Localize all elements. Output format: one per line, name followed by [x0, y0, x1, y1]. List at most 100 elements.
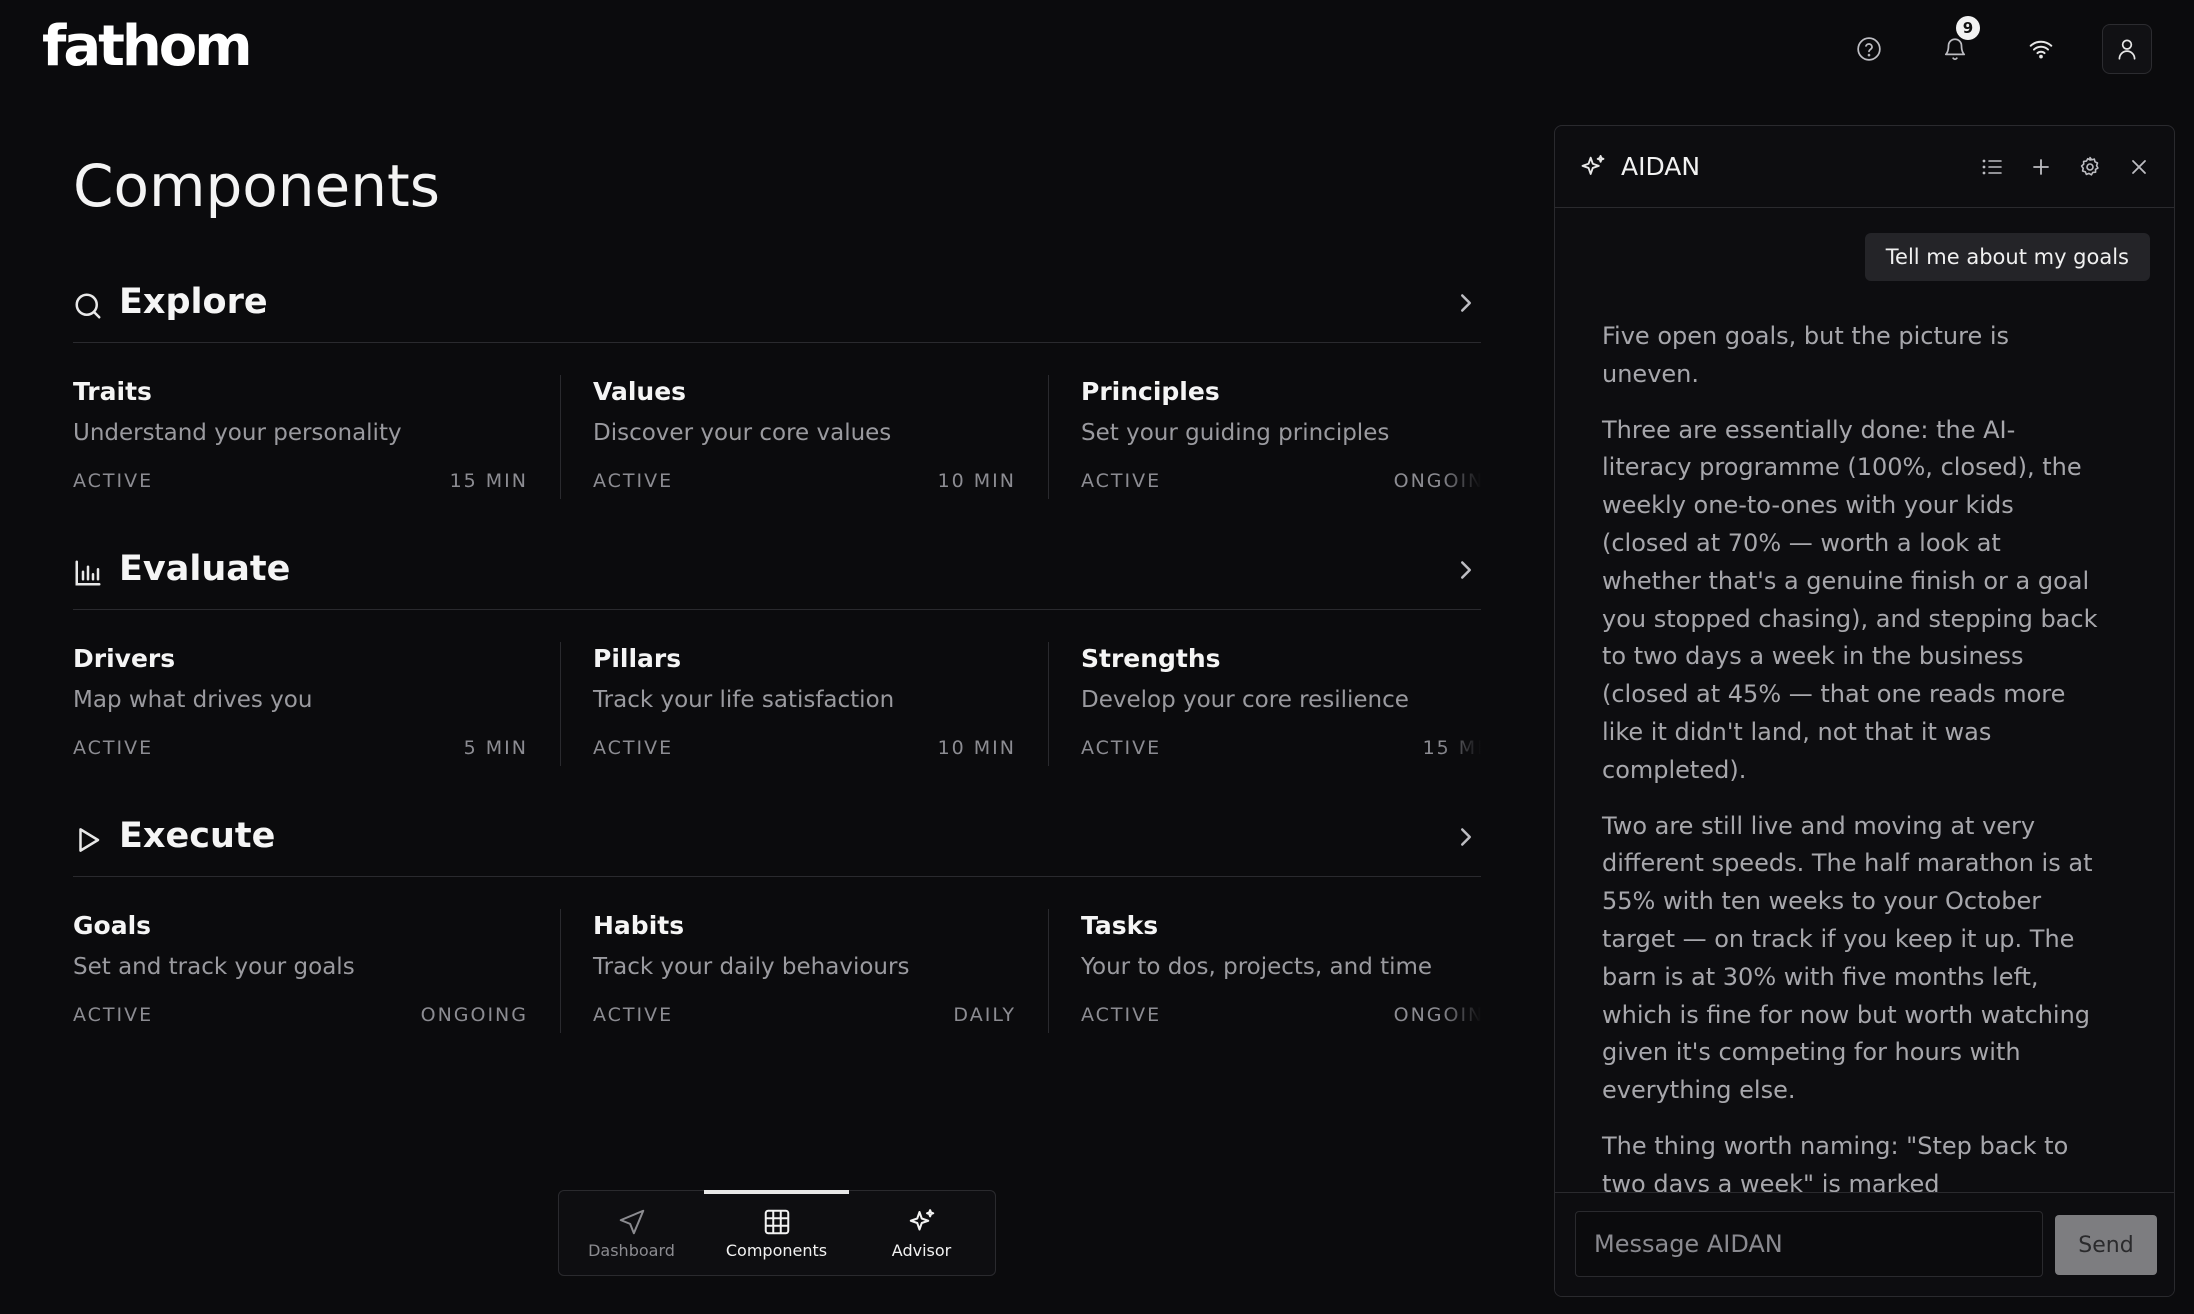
- help-button[interactable]: [1844, 24, 1894, 74]
- help-icon: [1857, 37, 1881, 61]
- card-status: ACTIVE: [73, 737, 154, 759]
- card-drivers[interactable]: Drivers Map what drives you ACTIVE 5 MIN: [73, 642, 561, 766]
- nav-advisor[interactable]: Advisor: [849, 1191, 994, 1275]
- card-status: ACTIVE: [593, 737, 674, 759]
- card-pillars[interactable]: Pillars Track your life satisfaction ACT…: [561, 642, 1049, 766]
- app-logo[interactable]: fathom: [42, 14, 253, 79]
- play-icon: [79, 828, 100, 852]
- message-input[interactable]: [1575, 1211, 2043, 1277]
- card-title: Strengths: [1081, 644, 1221, 673]
- send-button[interactable]: Send: [2055, 1215, 2157, 1275]
- message-composer: Send: [1555, 1192, 2174, 1296]
- card-row: Goals Set and track your goals ACTIVE ONG…: [73, 877, 1481, 1043]
- assistant-header: AIDAN: [1555, 126, 2174, 208]
- card-status: ACTIVE: [1081, 470, 1162, 492]
- card-meta: ACTIVEONGOING: [1081, 1004, 1481, 1026]
- card-row: Drivers Map what drives you ACTIVE 5 MIN …: [73, 610, 1481, 776]
- card-description: Set and track your goals: [73, 954, 355, 980]
- card-meta: ACTIVE 5 MIN: [73, 737, 528, 759]
- close-panel-button[interactable]: [2124, 152, 2154, 182]
- sparkles-icon: [1581, 154, 1605, 175]
- connection-status[interactable]: [2016, 24, 2066, 74]
- bar-chart-icon: [75, 560, 101, 586]
- card-title: Tasks: [1081, 911, 1159, 940]
- section-explore: Explore Traits Understand your personali…: [73, 242, 1481, 509]
- bottom-nav: Dashboard Components Advisor: [558, 1190, 996, 1276]
- card-meta: ACTIVEONGOING: [1081, 470, 1481, 492]
- card-title: Values: [593, 377, 687, 406]
- card-duration: DAILY: [953, 1004, 1016, 1026]
- chevron-right-icon[interactable]: [1451, 555, 1481, 585]
- section-header-evaluate[interactable]: Evaluate: [73, 509, 1481, 610]
- card-title: Traits: [73, 377, 152, 406]
- close-icon: [2132, 160, 2146, 174]
- chevron-right-icon[interactable]: [1451, 822, 1481, 852]
- card-description: Track your life satisfaction: [593, 687, 895, 713]
- history-button[interactable]: [1977, 152, 2007, 182]
- section-execute: Execute Goals Set and track your goals A…: [73, 776, 1481, 1043]
- card-description: Discover your core values: [593, 420, 892, 446]
- card-traits[interactable]: Traits Understand your personality ACTIV…: [73, 375, 561, 499]
- card-duration: ONGOING: [420, 1004, 528, 1026]
- card-title: Drivers: [73, 644, 176, 673]
- card-status: ACTIVE: [73, 1004, 154, 1026]
- nav-components[interactable]: Components: [704, 1190, 849, 1275]
- card-meta: ACTIVE DAILY: [593, 1004, 1016, 1026]
- navigation-arrow-icon: [619, 1209, 644, 1234]
- card-duration: 5 MIN: [463, 737, 528, 759]
- card-goals[interactable]: Goals Set and track your goals ACTIVE ONG…: [73, 909, 561, 1033]
- card-title: Goals: [73, 911, 152, 940]
- card-principles[interactable]: Principles Set your guiding principles A…: [1049, 375, 1481, 499]
- assistant-message: Five open goals, but the picture is unev…: [1602, 318, 2102, 1216]
- chat-thread[interactable]: Tell me about my goals Five open goals, …: [1555, 208, 2174, 1216]
- top-bar: fathom 9: [0, 0, 2194, 100]
- section-title: Evaluate: [119, 549, 291, 589]
- card-fade: [1441, 375, 1481, 499]
- card-description: Develop your core resilience: [1081, 687, 1409, 713]
- card-status: ACTIVE: [593, 470, 674, 492]
- top-icons: 9: [1808, 16, 2152, 74]
- card-meta: ACTIVE 10 MIN: [593, 470, 1016, 492]
- card-duration: 10 MIN: [937, 470, 1016, 492]
- gear-icon: [2080, 156, 2099, 176]
- section-header-execute[interactable]: Execute: [73, 776, 1481, 877]
- sparkles-icon: [909, 1208, 934, 1230]
- card-status: ACTIVE: [73, 470, 154, 492]
- wifi-icon: [2029, 40, 2053, 59]
- card-strengths[interactable]: Strengths Develop your core resilience A…: [1049, 642, 1481, 766]
- card-tasks[interactable]: Tasks Your to dos, projects, and time AC…: [1049, 909, 1481, 1033]
- notification-badge: 9: [1956, 16, 1980, 40]
- card-values[interactable]: Values Discover your core values ACTIVE 1…: [561, 375, 1049, 499]
- card-meta: ACTIVE 10 MIN: [593, 737, 1016, 759]
- section-header-explore[interactable]: Explore: [73, 242, 1481, 343]
- card-title: Pillars: [593, 644, 682, 673]
- card-status: ACTIVE: [593, 1004, 674, 1026]
- card-fade: [1441, 642, 1481, 766]
- notifications-button[interactable]: 9: [1930, 16, 1980, 74]
- card-description: Your to dos, projects, and time: [1081, 954, 1433, 980]
- assistant-panel: AIDAN Tell me about my goals Five open g…: [1554, 125, 2175, 1297]
- plus-icon: [2033, 159, 2049, 175]
- nav-label: Components: [725, 1240, 828, 1260]
- new-chat-button[interactable]: [2026, 152, 2056, 182]
- assistant-header-actions: [1958, 152, 2154, 182]
- card-title: Principles: [1081, 377, 1220, 406]
- card-habits[interactable]: Habits Track your daily behaviours ACTIV…: [561, 909, 1049, 1033]
- section-title: Execute: [119, 816, 276, 856]
- section-title: Explore: [119, 282, 268, 322]
- assistant-settings-button[interactable]: [2075, 152, 2105, 182]
- card-title: Habits: [593, 911, 685, 940]
- card-meta: ACTIVE15 MIN: [1081, 737, 1481, 759]
- chevron-right-icon[interactable]: [1451, 288, 1481, 318]
- reply-paragraph: Three are essentially done: the AI-liter…: [1602, 415, 2098, 784]
- card-status: ACTIVE: [1081, 737, 1162, 759]
- card-duration: 10 MIN: [937, 737, 1016, 759]
- user-message: Tell me about my goals: [1864, 233, 2150, 281]
- card-duration: 15 MIN: [449, 470, 528, 492]
- user-menu-button[interactable]: [2102, 24, 2152, 74]
- page-title: Components: [73, 152, 440, 220]
- card-fade: [1441, 909, 1481, 1033]
- card-row: Traits Understand your personality ACTIV…: [73, 343, 1481, 509]
- nav-dashboard[interactable]: Dashboard: [559, 1191, 704, 1275]
- card-meta: ACTIVE ONGOING: [73, 1004, 528, 1026]
